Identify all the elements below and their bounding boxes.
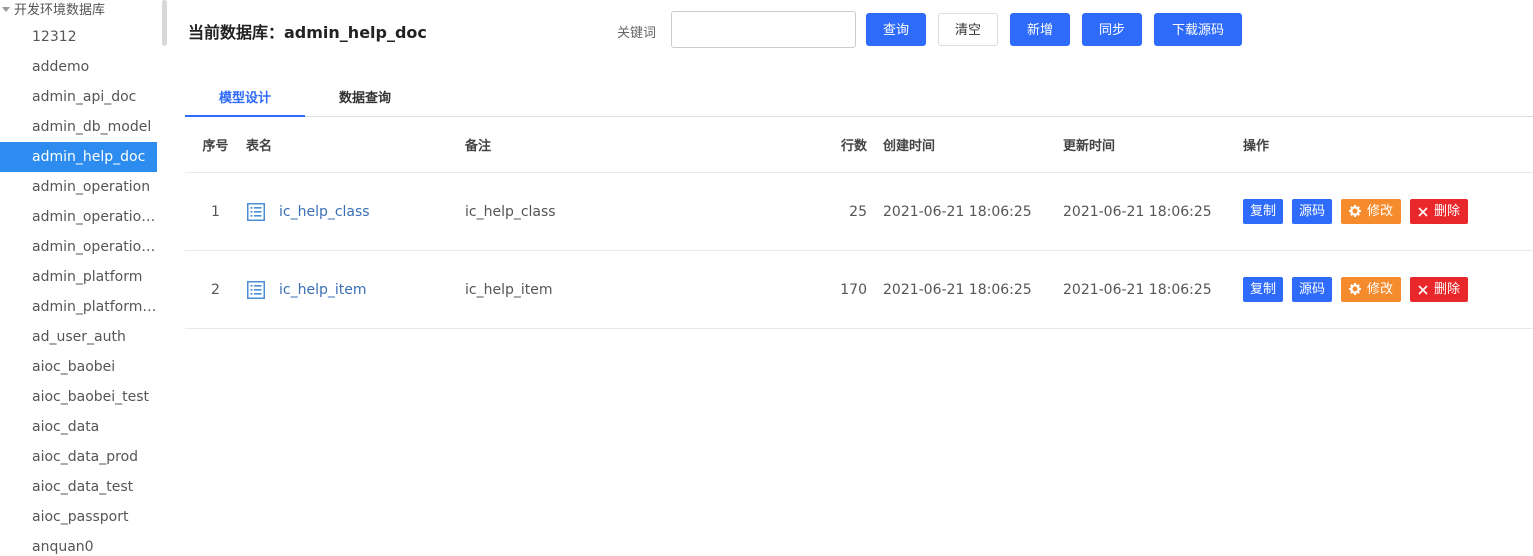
- copy-label: 复制: [1250, 282, 1277, 297]
- table-row: 2 ic_help_item ic_help_item 170 2021-06-21 1…: [185, 250, 1533, 329]
- sidebar: 开发环境数据库 12312 addemo admin_api_doc admin_db…: [0, 0, 168, 556]
- tab-model-design[interactable]: 模型设计: [185, 82, 305, 117]
- row-created: 2021-06-21 18:06:25: [883, 172, 1063, 251]
- row-count: 25: [785, 172, 883, 251]
- sidebar-item-db[interactable]: aioc_baobei: [0, 352, 158, 382]
- row-created: 2021-06-21 18:06:25: [883, 250, 1063, 329]
- header-rows: 行数: [785, 117, 883, 173]
- add-button[interactable]: 新增: [1010, 13, 1070, 46]
- copy-button[interactable]: 复制: [1243, 277, 1284, 302]
- row-updated: 2021-06-21 18:06:25: [1063, 250, 1243, 329]
- sidebar-item-db[interactable]: aioc_passport: [0, 502, 158, 532]
- sidebar-item-db[interactable]: admin_operation...: [0, 232, 158, 262]
- download-source-button[interactable]: 下载源码: [1154, 13, 1242, 46]
- header-remark: 备注: [465, 117, 785, 173]
- delete-label: 删除: [1434, 204, 1461, 219]
- tree-root-label: 开发环境数据库: [14, 3, 106, 18]
- sidebar-item-db[interactable]: ad_user_auth: [0, 322, 158, 352]
- row-updated: 2021-06-21 18:06:25: [1063, 172, 1243, 251]
- tab-bar: 模型设计 数据查询: [185, 82, 1533, 117]
- edit-button[interactable]: 修改: [1341, 277, 1402, 302]
- header-name: 表名: [246, 117, 465, 173]
- header-updated: 更新时间: [1063, 117, 1243, 173]
- sidebar-item-db[interactable]: admin_platform52: [0, 292, 158, 322]
- row-ops: 复制 源码 修改 删除: [1243, 172, 1533, 251]
- table-header-row: 序号 表名 备注 行数 创建时间 更新时间 操作: [185, 117, 1533, 173]
- row-idx: 1: [185, 172, 246, 251]
- database-list: 12312 addemo admin_api_doc admin_db_model ad…: [0, 22, 168, 556]
- current-db-title: 当前数据库：admin_help_doc: [188, 23, 427, 42]
- row-name-cell: ic_help_class: [246, 172, 465, 251]
- row-idx: 2: [185, 250, 246, 329]
- table-icon: [247, 280, 265, 299]
- close-icon: [1418, 204, 1434, 219]
- source-button[interactable]: 源码: [1292, 199, 1333, 224]
- tree-root-dev-db[interactable]: 开发环境数据库: [0, 0, 168, 22]
- table-row: 1 ic_help_class ic_help_class 25 2021-06-21 …: [185, 172, 1533, 251]
- sidebar-item-db[interactable]: addemo: [0, 52, 158, 82]
- delete-label: 删除: [1434, 282, 1461, 297]
- query-button[interactable]: 查询: [866, 13, 926, 46]
- sync-button[interactable]: 同步: [1082, 13, 1142, 46]
- sidebar-scrollbar[interactable]: [162, 0, 167, 46]
- sidebar-item-db[interactable]: admin_api_doc: [0, 82, 158, 112]
- sidebar-item-db[interactable]: aioc_baobei_test: [0, 382, 158, 412]
- model-table: 序号 表名 备注 行数 创建时间 更新时间 操作 1 ic_help_class i…: [185, 117, 1533, 329]
- row-name-cell: ic_help_item: [246, 250, 465, 329]
- close-icon: [1418, 282, 1434, 297]
- header-ops: 操作: [1243, 117, 1533, 173]
- sidebar-item-db[interactable]: aioc_data_prod: [0, 442, 158, 472]
- keyword-input[interactable]: [671, 11, 856, 48]
- delete-button[interactable]: 删除: [1410, 277, 1469, 302]
- copy-label: 复制: [1250, 204, 1277, 219]
- source-button[interactable]: 源码: [1292, 277, 1333, 302]
- copy-button[interactable]: 复制: [1243, 199, 1284, 224]
- table-name-link[interactable]: ic_help_item: [279, 282, 366, 298]
- clear-button[interactable]: 清空: [938, 13, 998, 46]
- sidebar-item-db[interactable]: admin_operation: [0, 172, 158, 202]
- sidebar-item-db[interactable]: admin_operation52: [0, 202, 158, 232]
- tab-data-query[interactable]: 数据查询: [305, 82, 425, 115]
- sidebar-item-db[interactable]: anquan0: [0, 532, 158, 556]
- sidebar-item-db[interactable]: aioc_data_test: [0, 472, 158, 502]
- source-label: 源码: [1299, 204, 1326, 219]
- main-panel: 当前数据库：admin_help_doc 关键词 查询 清空 新增 同步 下载源…: [168, 0, 1533, 556]
- keyword-label: 关键词: [617, 26, 657, 41]
- row-remark: ic_help_class: [465, 172, 785, 251]
- gear-icon: [1349, 204, 1367, 219]
- edit-label: 修改: [1367, 282, 1394, 297]
- row-ops: 复制 源码 修改 删除: [1243, 250, 1533, 329]
- row-remark: ic_help_item: [465, 250, 785, 329]
- header-idx: 序号: [185, 117, 246, 173]
- sidebar-item-db[interactable]: 12312: [0, 22, 158, 52]
- sidebar-item-db[interactable]: admin_help_doc: [0, 142, 157, 172]
- sidebar-item-db[interactable]: aioc_data: [0, 412, 158, 442]
- source-label: 源码: [1299, 282, 1326, 297]
- header-created: 创建时间: [883, 117, 1063, 173]
- caret-down-icon[interactable]: [2, 7, 10, 12]
- gear-icon: [1349, 282, 1367, 297]
- edit-button[interactable]: 修改: [1341, 199, 1402, 224]
- edit-label: 修改: [1367, 204, 1394, 219]
- table-icon: [247, 202, 265, 221]
- sidebar-item-db[interactable]: admin_platform: [0, 262, 158, 292]
- sidebar-item-db[interactable]: admin_db_model: [0, 112, 158, 142]
- row-count: 170: [785, 250, 883, 329]
- delete-button[interactable]: 删除: [1410, 199, 1469, 224]
- table-name-link[interactable]: ic_help_class: [279, 204, 370, 220]
